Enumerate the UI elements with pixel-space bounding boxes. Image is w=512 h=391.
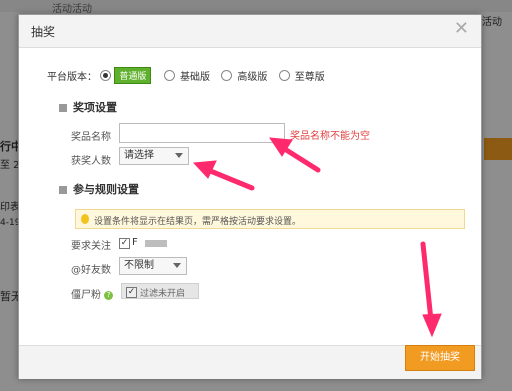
arrow-start-button-icon xyxy=(420,241,442,338)
arrow-prize-name-icon xyxy=(269,137,321,173)
annotation-arrows xyxy=(192,137,442,338)
arrow-winners-icon xyxy=(192,160,255,191)
